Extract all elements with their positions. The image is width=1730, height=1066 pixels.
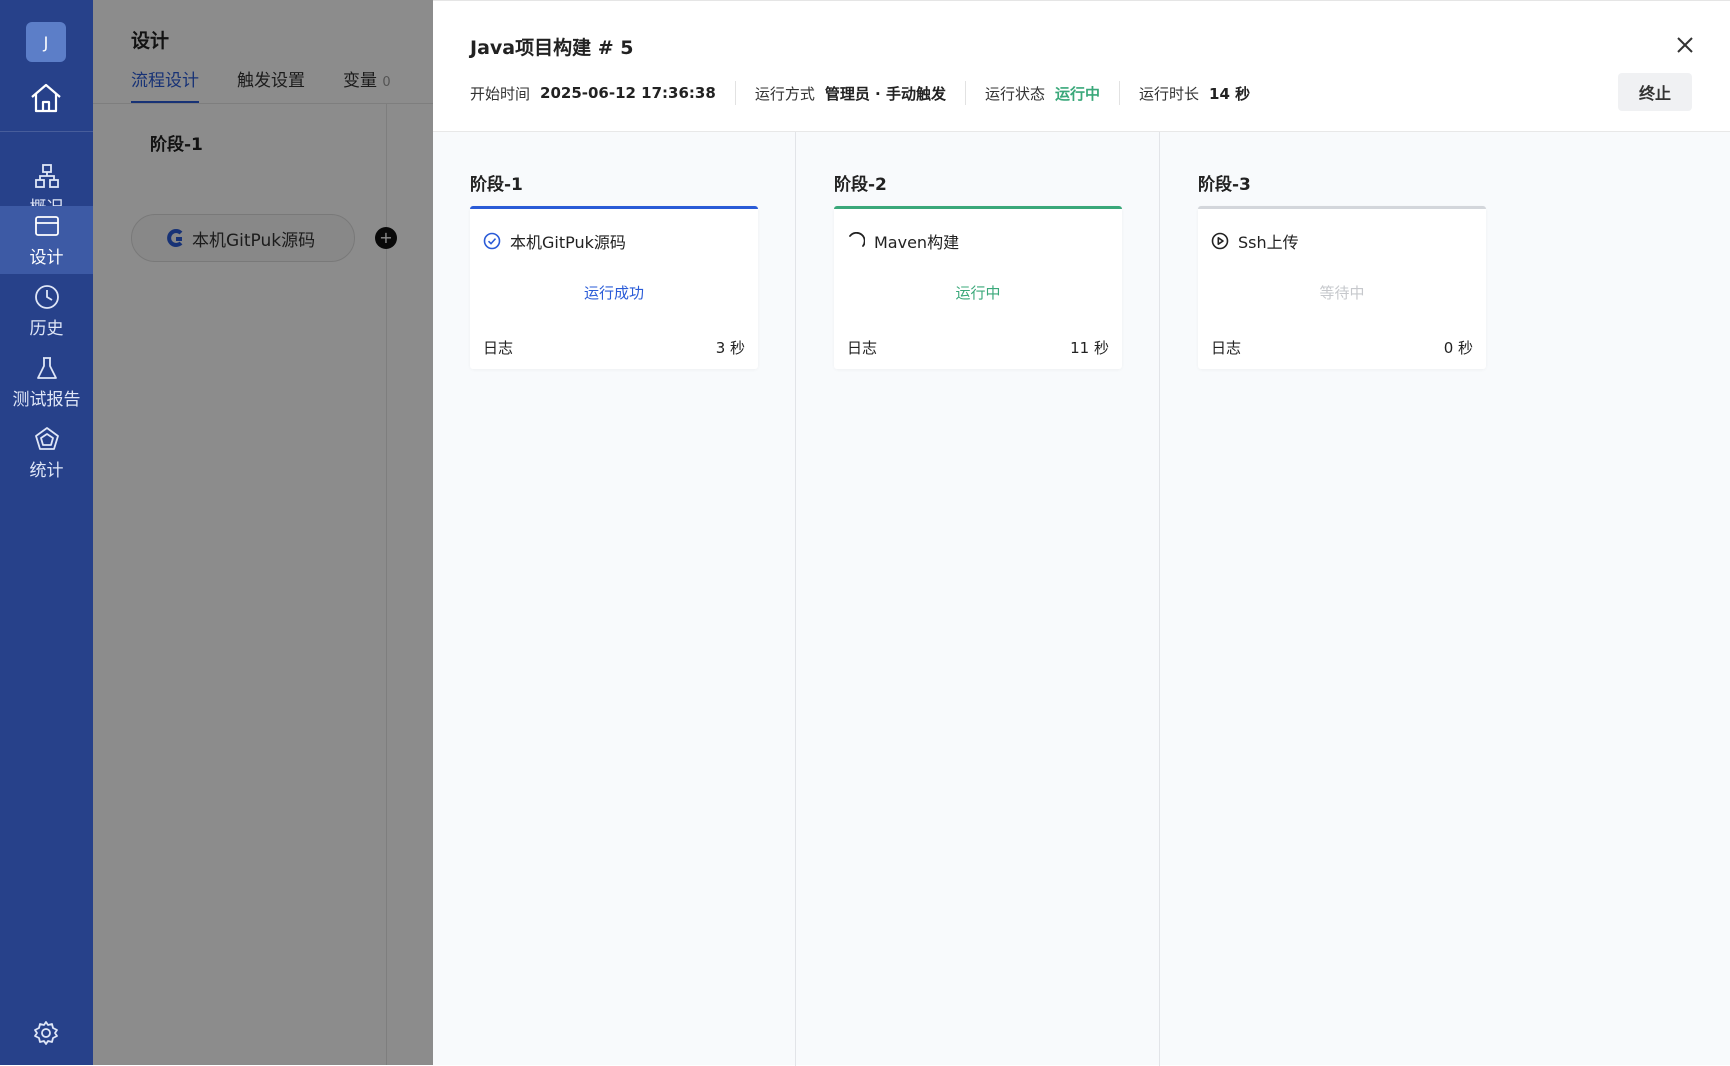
left-sidebar: J 概况 设计 历史 测试报告 [0, 0, 93, 1065]
sidebar-item-test-report[interactable]: 测试报告 [0, 348, 93, 416]
flask-icon [36, 356, 57, 379]
settings-icon[interactable] [33, 1020, 59, 1046]
start-time-value: 2025-06-12 17:36:38 [540, 84, 716, 102]
task-name: 本机GitPuk源码 [483, 229, 626, 253]
task-footer: 日志 0 秒 [1211, 337, 1473, 358]
task-card-maven[interactable]: Maven构建 运行中 日志 11 秒 [834, 206, 1122, 369]
clock-icon [34, 284, 59, 309]
task-footer: 日志 3 秒 [483, 337, 745, 358]
task-duration: 11 秒 [1070, 339, 1109, 357]
run-duration: 运行时长 14 秒 [1139, 83, 1250, 104]
run-mode-label: 运行方式 [754, 84, 815, 103]
task-name-label: Maven构建 [874, 233, 960, 252]
stage-title: 阶段-3 [1198, 175, 1251, 195]
close-icon[interactable] [1673, 33, 1697, 57]
task-card-ssh[interactable]: Ssh上传 等待中 日志 0 秒 [1198, 206, 1486, 369]
sidebar-item-design[interactable]: 设计 [0, 206, 93, 274]
sidebar-divider [0, 131, 93, 132]
divider [964, 81, 966, 105]
home-icon[interactable] [28, 80, 64, 116]
run-status-value: 运行中 [1055, 84, 1101, 103]
drawer-title: Java项目构建 # 5 [470, 37, 634, 59]
stage-title: 阶段-2 [834, 175, 887, 195]
stage-title: 阶段-1 [470, 175, 523, 195]
run-duration-label: 运行时长 [1139, 84, 1200, 103]
run-mode-value: 管理员 · 手动触发 [824, 84, 946, 103]
run-status: 运行状态 运行中 [985, 83, 1100, 104]
task-duration: 0 秒 [1443, 339, 1473, 357]
sidebar-item-label: 测试报告 [12, 389, 81, 410]
start-time: 开始时间 2025-06-12 17:36:38 [470, 83, 716, 104]
task-duration: 3 秒 [715, 339, 745, 357]
run-status-label: 运行状态 [984, 84, 1045, 103]
log-link[interactable]: 日志 [1211, 337, 1241, 358]
divider [1119, 81, 1121, 105]
column-divider [795, 132, 796, 1066]
log-link[interactable]: 日志 [847, 337, 877, 358]
drawer-header: Java项目构建 # 5 开始时间 2025-06-12 17:36:38 运行… [433, 1, 1730, 132]
sitemap-icon [34, 163, 59, 188]
spinner-icon [849, 232, 865, 247]
modal-mask[interactable] [93, 0, 433, 1065]
task-name: Ssh上传 [1211, 229, 1299, 253]
sidebar-item-history[interactable]: 历史 [0, 277, 93, 345]
sidebar-item-label: 历史 [29, 318, 64, 339]
run-meta: 开始时间 2025-06-12 17:36:38 运行方式 管理员 · 手动触发… [470, 81, 1250, 105]
task-name: Maven构建 [847, 229, 959, 253]
task-name-label: 本机GitPuk源码 [510, 233, 626, 252]
divider [734, 81, 736, 105]
sidebar-item-statistics[interactable]: 统计 [0, 419, 93, 487]
stop-button[interactable]: 终止 [1618, 73, 1692, 111]
task-status: 等待中 [1319, 284, 1365, 302]
sidebar-item-label: 统计 [29, 460, 64, 481]
task-status: 运行成功 [583, 284, 644, 302]
run-duration-value: 14 秒 [1209, 84, 1251, 103]
start-time-label: 开始时间 [470, 84, 531, 103]
radar-chart-icon [34, 426, 59, 450]
play-circle-icon [1211, 232, 1229, 250]
task-name-label: Ssh上传 [1238, 233, 1299, 252]
sidebar-item-label: 设计 [29, 247, 64, 268]
run-mode: 运行方式 管理员 · 手动触发 [755, 83, 946, 104]
run-detail-drawer: Java项目构建 # 5 开始时间 2025-06-12 17:36:38 运行… [433, 0, 1730, 1066]
column-divider [1159, 132, 1160, 1066]
window-icon [34, 215, 59, 236]
log-link[interactable]: 日志 [483, 337, 513, 358]
check-circle-icon [483, 232, 501, 250]
task-card-gitpuk[interactable]: 本机GitPuk源码 运行成功 日志 3 秒 [470, 206, 758, 369]
task-status: 运行中 [955, 284, 1001, 302]
avatar[interactable]: J [26, 22, 66, 62]
task-footer: 日志 11 秒 [847, 337, 1109, 358]
